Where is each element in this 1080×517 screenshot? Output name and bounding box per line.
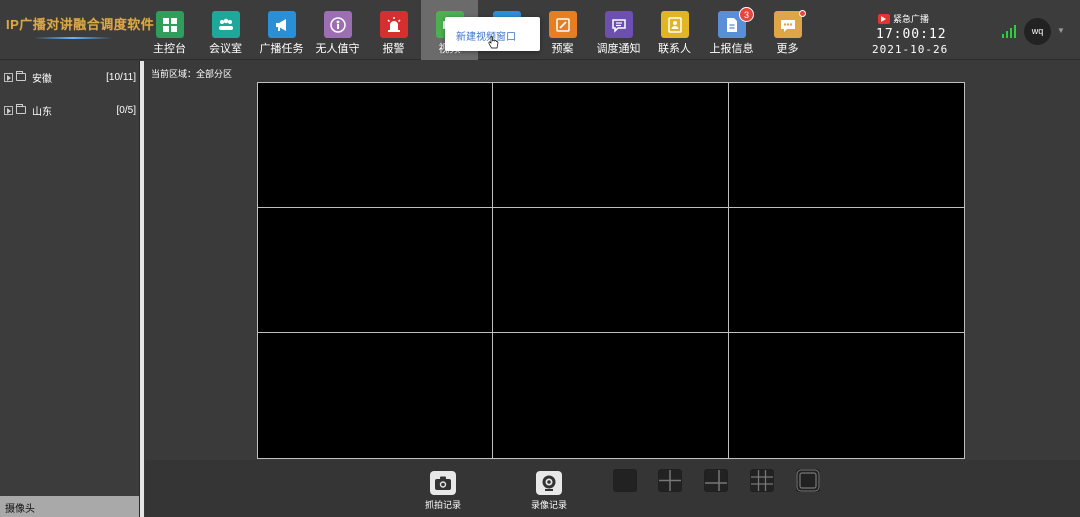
camera-tab[interactable]: 摄像头 bbox=[0, 496, 139, 517]
nav-label: 主控台 bbox=[153, 43, 186, 55]
report-count-badge: 3 bbox=[739, 7, 754, 22]
video-cell[interactable] bbox=[493, 333, 729, 458]
camera-icon bbox=[430, 471, 456, 495]
tree-node-count: [10/11] bbox=[106, 71, 136, 83]
nav-label: 无人值守 bbox=[315, 43, 360, 55]
clock-time: 17:00:12 bbox=[876, 27, 947, 42]
nav-label: 会议室 bbox=[209, 43, 242, 55]
nav-label: 广播任务 bbox=[259, 43, 304, 55]
device-tree-sidebar: 安徽 [10/11] 山东 [0/5] bbox=[0, 61, 140, 517]
video-cell[interactable] bbox=[728, 333, 964, 458]
nav-contacts[interactable]: 联系人 bbox=[646, 0, 703, 60]
quad-layout-icon bbox=[659, 470, 681, 491]
nav-label: 预案 bbox=[551, 43, 574, 55]
layout-1x1-button[interactable] bbox=[613, 469, 637, 492]
nav-label: 调度通知 bbox=[596, 43, 641, 55]
emergency-label: 紧急广播 bbox=[893, 14, 930, 24]
single-layout-icon bbox=[614, 470, 636, 491]
layout-2x2-button[interactable] bbox=[658, 469, 682, 492]
expand-icon[interactable] bbox=[4, 105, 13, 115]
tree-node-label: 山东 bbox=[32, 106, 52, 118]
video-grid bbox=[257, 82, 965, 459]
video-cell[interactable] bbox=[493, 83, 729, 208]
nav-report[interactable]: 3 上报信息 bbox=[703, 0, 760, 60]
current-area-label: 当前区域：全部分区 bbox=[151, 69, 233, 79]
signal-icon bbox=[1002, 25, 1016, 38]
camera-tab-label: 摄像头 bbox=[5, 504, 35, 515]
video-cell[interactable] bbox=[258, 83, 494, 208]
nav-label: 报警 bbox=[382, 43, 405, 55]
person-icon bbox=[324, 11, 352, 38]
video-cell[interactable] bbox=[258, 208, 494, 333]
nav-notice[interactable]: 调度通知 bbox=[590, 0, 647, 60]
new-video-window-item[interactable]: 新建视频窗口 bbox=[456, 28, 516, 43]
plan-icon bbox=[549, 11, 577, 38]
megaphone-icon bbox=[268, 11, 296, 38]
more-icon bbox=[774, 11, 802, 38]
hand-cursor-icon bbox=[488, 36, 499, 49]
tree-node[interactable]: 山东 [0/5] bbox=[4, 102, 136, 118]
tree-node[interactable]: 安徽 [10/11] bbox=[4, 69, 136, 85]
fullscreen-icon bbox=[796, 469, 820, 492]
nav-plan[interactable]: 预案 bbox=[534, 0, 591, 60]
logo-underline bbox=[34, 37, 112, 39]
clock-date: 2021-10-26 bbox=[872, 43, 949, 56]
tree-node-label: 安徽 bbox=[32, 73, 52, 85]
webcam-icon bbox=[536, 471, 562, 495]
more-notification-dot bbox=[799, 10, 806, 17]
nav-more[interactable]: 更多 bbox=[759, 0, 816, 60]
nav-label: 更多 bbox=[776, 43, 799, 55]
video-record-label: 录像记录 bbox=[530, 500, 567, 510]
capture-record-button[interactable]: 抓拍记录 bbox=[413, 471, 473, 511]
chevron-down-icon[interactable]: ▼ bbox=[1057, 26, 1065, 35]
app-logo: IP广播对讲融合调度软件 bbox=[6, 14, 155, 48]
nav-broadcast[interactable]: 广播任务 bbox=[253, 0, 310, 60]
fullscreen-button[interactable] bbox=[796, 469, 820, 492]
group-icon bbox=[212, 11, 240, 38]
user-avatar[interactable]: wq bbox=[1024, 18, 1051, 45]
top-bar: IP广播对讲融合调度软件 主控台 会议室 广播任务 无人值守 报警 预案 调度通… bbox=[0, 0, 1080, 60]
layout-1plus3-button[interactable] bbox=[704, 469, 728, 492]
video-record-button[interactable]: 录像记录 bbox=[519, 471, 579, 511]
video-cell[interactable] bbox=[728, 208, 964, 333]
contacts-icon bbox=[661, 11, 689, 38]
expand-icon[interactable] bbox=[4, 72, 13, 82]
video-cell[interactable] bbox=[493, 208, 729, 333]
nav-unattended[interactable]: 无人值守 bbox=[309, 0, 366, 60]
video-cell[interactable] bbox=[258, 333, 494, 458]
nav-label: 联系人 bbox=[658, 43, 691, 55]
split-layout-icon bbox=[705, 470, 727, 491]
video-cell[interactable] bbox=[728, 83, 964, 208]
layout-3x3-button[interactable] bbox=[750, 469, 774, 492]
nav-alarm[interactable]: 报警 bbox=[365, 0, 422, 60]
chat-icon bbox=[605, 11, 633, 38]
folder-icon bbox=[16, 104, 26, 114]
emergency-broadcast[interactable]: 紧急广播 bbox=[878, 12, 929, 25]
logo-text: IP广播对讲融合调度软件 bbox=[6, 17, 155, 32]
nav-meeting[interactable]: 会议室 bbox=[197, 0, 254, 60]
siren-icon bbox=[380, 11, 408, 38]
nav-console[interactable]: 主控台 bbox=[141, 0, 198, 60]
folder-icon bbox=[16, 71, 26, 81]
grid-icon bbox=[156, 11, 184, 38]
nav-label: 上报信息 bbox=[709, 43, 754, 55]
sidebar-splitter[interactable] bbox=[140, 61, 144, 517]
capture-record-label: 抓拍记录 bbox=[424, 500, 461, 510]
tree-node-count: [0/5] bbox=[116, 104, 136, 116]
nine-layout-icon bbox=[751, 470, 773, 491]
play-icon bbox=[878, 13, 890, 24]
